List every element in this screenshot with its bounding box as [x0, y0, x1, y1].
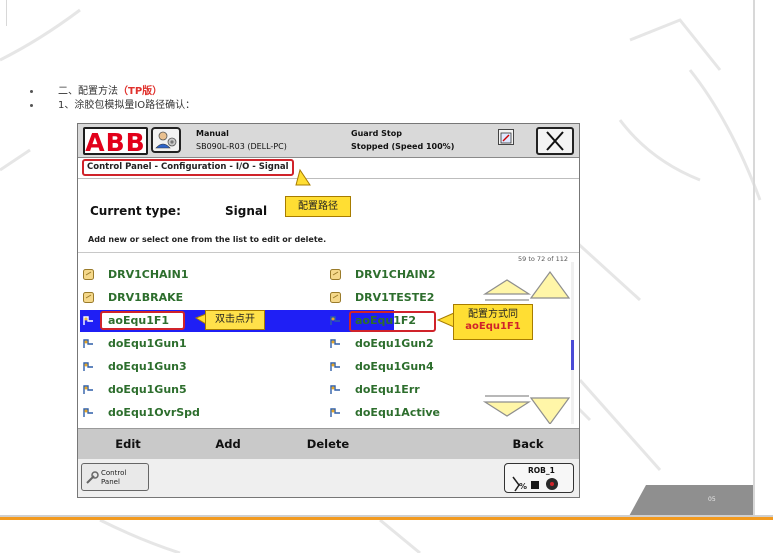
bullet-highlight-tp: （TP版）: [118, 86, 163, 97]
scroll-down-button[interactable]: [529, 397, 571, 424]
bullet-item-path-confirm: 1、涂胶包模拟量IO路径确认：: [30, 99, 195, 113]
right-frame-line: [753, 0, 755, 516]
bullet-text-method: 二、配置方法: [58, 86, 118, 97]
quickset-button[interactable]: [498, 129, 514, 145]
config-icon: [330, 269, 341, 280]
signal-name: DRV1CHAIN2: [355, 268, 436, 281]
signal-icon: [330, 339, 340, 348]
signal-name: doEqu1Gun5: [108, 383, 187, 396]
signal-name: DRV1BRAKE: [108, 291, 184, 304]
page-number: 05: [708, 496, 716, 503]
scroll-controls: [483, 270, 571, 424]
signal-row-doequ1gun4[interactable]: doEqu1Gun4: [330, 357, 490, 377]
signal-row-doequ1err[interactable]: doEqu1Err: [330, 380, 490, 400]
signal-name: doEqu1Err: [355, 383, 420, 396]
quickset-icon: [500, 132, 512, 144]
breadcrumb-bar: Control Panel - Configuration - I/O - Si…: [78, 158, 579, 176]
breadcrumb[interactable]: Control Panel - Configuration - I/O - Si…: [82, 159, 294, 176]
footer-orange-line: [0, 517, 773, 520]
bullet-list: 二、配置方法（TP版） 1、涂胶包模拟量IO路径确认：: [30, 85, 195, 113]
bullet-text-path-confirm: 1、涂胶包模拟量IO路径确认：: [58, 100, 196, 111]
callout-double-click: 双击点开: [205, 310, 265, 330]
back-button[interactable]: Back: [478, 429, 578, 459]
signal-icon: [330, 316, 340, 325]
controller-name: SB090L-R03 (DELL-PC): [196, 142, 287, 151]
robot-unit-label: ROB_1: [528, 466, 555, 475]
page-down-button[interactable]: [483, 395, 532, 417]
signal-row-doequ1ovrspd[interactable]: doEqu1OvrSpd: [83, 403, 313, 423]
close-button[interactable]: [536, 127, 574, 155]
signal-name: DRV1CHAIN1: [108, 268, 189, 281]
abb-menu-button[interactable]: ABB: [83, 127, 148, 157]
signal-row-doequ1gun3[interactable]: doEqu1Gun3: [83, 357, 313, 377]
page-up-button[interactable]: [483, 279, 532, 301]
signal-icon: [83, 408, 93, 417]
config-icon: [83, 292, 94, 303]
signal-icon: [83, 362, 93, 371]
control-panel-task-label: Control Panel: [101, 469, 127, 486]
operating-mode: Manual: [196, 129, 229, 138]
status-state-block: Guard Stop Stopped (Speed 100%): [351, 127, 454, 153]
callout-same-config-line1: 配置方式同: [468, 309, 518, 320]
signal-row-doequ1active[interactable]: doEqu1Active: [330, 403, 490, 423]
config-icon: [83, 269, 94, 280]
run-state: Stopped (Speed 100%): [351, 142, 455, 151]
signal-name: doEqu1OvrSpd: [108, 406, 200, 419]
signal-icon: [330, 385, 340, 394]
config-icon: [330, 292, 341, 303]
user-button[interactable]: [151, 127, 181, 153]
safety-state: Guard Stop: [351, 129, 402, 138]
status-bar: ABB Manual SB090L-R03 (DELL-PC) Guard St…: [78, 124, 579, 158]
signal-row-doequ1gun1[interactable]: doEqu1Gun1: [83, 334, 313, 354]
signal-icon: [330, 408, 340, 417]
status-mode-block: Manual SB090L-R03 (DELL-PC): [196, 127, 287, 153]
signal-icon: [330, 362, 340, 371]
bullet-item-method: 二、配置方法（TP版）: [30, 85, 195, 99]
signal-row-doequ1gun5[interactable]: doEqu1Gun5: [83, 380, 313, 400]
wrench-icon: [86, 471, 99, 484]
edit-button[interactable]: Edit: [78, 429, 178, 459]
delete-button[interactable]: Delete: [278, 429, 378, 459]
signal-row-drv1chain2[interactable]: DRV1CHAIN2: [330, 265, 490, 285]
close-icon: [546, 131, 564, 151]
signal-row-drv1brake[interactable]: DRV1BRAKE: [83, 288, 313, 308]
callout-same-config-line2: aoEqu1F1: [465, 321, 521, 332]
list-divider: [78, 252, 579, 253]
signal-name: aoEqu1F1: [108, 314, 170, 327]
robot-status-icon: %: [512, 476, 558, 492]
slide: 二、配置方法（TP版） 1、涂胶包模拟量IO路径确认： ABB Manual S…: [0, 0, 773, 553]
current-type-value: Signal: [225, 204, 268, 218]
left-frame-line: [6, 0, 7, 26]
signal-name: doEqu1Gun3: [108, 360, 187, 373]
signal-name: doEqu1Gun2: [355, 337, 434, 350]
signal-name: doEqu1Gun1: [108, 337, 187, 350]
signal-icon: [83, 385, 93, 394]
bullet-dot: [30, 104, 33, 107]
svg-text:%: %: [519, 482, 527, 491]
signal-name: doEqu1Active: [355, 406, 440, 419]
footer-tab: [628, 485, 753, 518]
callout-config-path: 配置路径: [285, 196, 351, 217]
command-bar: Edit Add Delete Back: [78, 428, 579, 459]
bullet-dot: [30, 90, 33, 93]
add-button[interactable]: Add: [178, 429, 278, 459]
scrollbar-thumb[interactable]: [571, 340, 574, 370]
signal-name: aoEqu1F2: [355, 314, 417, 327]
callout-same-config: 配置方式同 aoEqu1F1: [453, 304, 533, 340]
control-panel-task-button[interactable]: Control Panel: [81, 463, 149, 491]
signal-name: doEqu1Gun4: [355, 360, 434, 373]
signal-row-drv1chain1[interactable]: DRV1CHAIN1: [83, 265, 313, 285]
user-icon: [155, 131, 177, 149]
quickset-robot-button[interactable]: ROB_1 %: [504, 463, 574, 493]
taskbar: Control Panel ROB_1 %: [78, 459, 579, 497]
signal-row-aoequ1f1[interactable]: aoEqu1F1: [83, 311, 313, 331]
signal-icon: [83, 316, 93, 325]
header-divider: [78, 178, 579, 179]
scroll-up-button[interactable]: [529, 270, 571, 299]
current-type-label: Current type:: [90, 204, 181, 218]
signal-name: DRV1TESTE2: [355, 291, 435, 304]
instruction-text: Add new or select one from the list to e…: [88, 235, 327, 244]
signal-icon: [83, 339, 93, 348]
